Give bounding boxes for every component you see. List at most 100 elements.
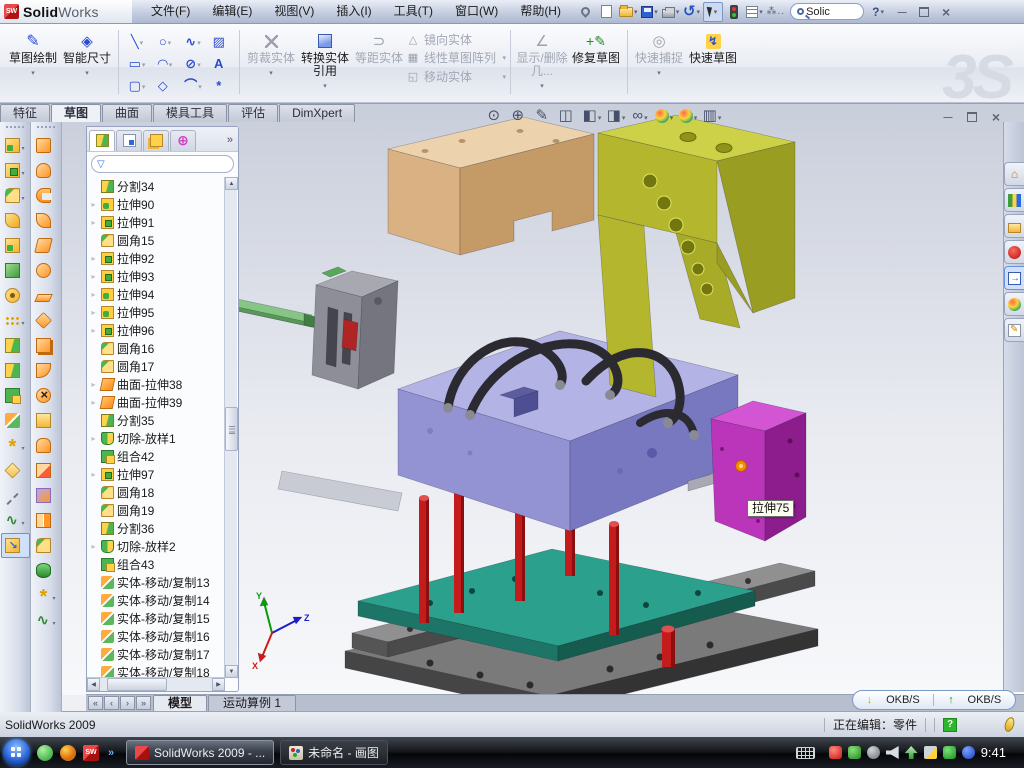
expand-arrow-icon[interactable] <box>89 218 98 227</box>
part-side-block[interactable] <box>711 401 806 541</box>
untrim-surface-icon[interactable] <box>32 433 61 458</box>
swept-boss-icon[interactable] <box>1 208 30 233</box>
instant3d-icon[interactable] <box>1 533 30 558</box>
expand-arrow-icon[interactable] <box>89 308 98 317</box>
start-button[interactable] <box>3 739 30 766</box>
replace-face-icon[interactable] <box>32 408 61 433</box>
menu-file[interactable]: 文件(F) <box>140 0 201 23</box>
taskpane-appearances-tab[interactable] <box>1004 292 1024 316</box>
tab-surfaces[interactable]: 曲面 <box>102 104 152 122</box>
tree-horizontal-scrollbar[interactable] <box>87 677 225 691</box>
extrude-cut-icon[interactable] <box>1 158 30 183</box>
close-button[interactable] <box>938 5 954 19</box>
rectangle-icon[interactable]: ▭ <box>123 52 151 74</box>
tree-item[interactable]: 组合43 <box>89 555 238 573</box>
tab-evaluate[interactable]: 评估 <box>228 104 278 122</box>
mirror-entities-button[interactable]: △镜向实体 <box>406 33 506 47</box>
hscroll-thumb[interactable] <box>107 678 167 691</box>
tree-item[interactable]: 圆角18 <box>89 483 238 501</box>
dimxpertmanager-tab[interactable] <box>170 130 196 151</box>
rebuild-traffic-light-icon[interactable] <box>724 2 744 22</box>
part-cavity-block[interactable] <box>398 331 738 531</box>
pin-icon[interactable] <box>576 2 596 22</box>
search-input[interactable]: Solic <box>790 3 864 20</box>
tree-item[interactable]: 圆角19 <box>89 501 238 519</box>
next-tab-button[interactable]: › <box>120 696 135 710</box>
circle-icon[interactable]: ○ <box>151 30 179 52</box>
axis-icon[interactable] <box>1 483 30 508</box>
doc-restore-button[interactable] <box>964 110 980 124</box>
flatten-surface-icon[interactable] <box>32 508 61 533</box>
tab-motion-study[interactable]: 运动算例 1 <box>208 695 296 711</box>
offset-surface-icon[interactable] <box>32 333 61 358</box>
toolbar-grip[interactable] <box>6 126 24 129</box>
split-icon[interactable] <box>1 333 30 358</box>
expand-arrow-icon[interactable] <box>89 290 98 299</box>
boundary-surface-icon[interactable] <box>32 233 61 258</box>
swept-surface-icon[interactable] <box>32 133 61 158</box>
panel-more-chevron[interactable] <box>227 134 236 146</box>
quicklaunch-more-chevron[interactable]: » <box>106 745 116 761</box>
tab-sketch[interactable]: 草图 <box>51 104 101 122</box>
tree-item[interactable]: 分割35 <box>89 411 238 429</box>
taskpane-view-palette-tab[interactable] <box>1004 240 1024 264</box>
tab-model[interactable]: 模型 <box>153 695 207 711</box>
tree-item[interactable]: 圆角17 <box>89 357 238 375</box>
tray-antivirus-icon[interactable] <box>829 746 842 759</box>
menu-insert[interactable]: 插入(I) <box>325 0 382 23</box>
tray-volume-icon[interactable] <box>886 746 899 759</box>
doc-close-button[interactable] <box>988 110 1004 124</box>
quicklaunch-messenger-icon[interactable] <box>37 745 53 761</box>
smart-dimension-button[interactable]: ◈ 智能尺寸 <box>60 29 114 74</box>
plane-icon[interactable] <box>1 458 30 483</box>
expand-arrow-icon[interactable] <box>89 380 98 389</box>
combine-icon[interactable] <box>1 383 30 408</box>
tree-item[interactable]: 拉伸91 <box>89 213 238 231</box>
point-icon[interactable]: * <box>207 74 235 96</box>
scene-icon[interactable]: ● <box>678 106 698 126</box>
tree-item[interactable]: 分割36 <box>89 519 238 537</box>
tree-item[interactable]: 分割34 <box>89 177 238 195</box>
tree-item[interactable]: 圆角15 <box>89 231 238 249</box>
display-style-icon[interactable]: ◨ <box>606 106 626 126</box>
toolbar-grip[interactable] <box>37 126 55 129</box>
annotation-icon[interactable]: ▥ <box>702 106 722 126</box>
tree-item[interactable]: 切除-放样1 <box>89 429 238 447</box>
featuremanager-tab[interactable] <box>89 130 115 151</box>
tree-item[interactable]: 拉伸93 <box>89 267 238 285</box>
tree-item[interactable]: 实体-移动/复制15 <box>89 609 238 627</box>
surface-ref-geometry-icon[interactable] <box>32 583 61 608</box>
zoom-area-icon[interactable]: ⊕ <box>510 106 530 126</box>
boundary-boss-icon[interactable] <box>1 258 30 283</box>
sketch-draw-button[interactable]: ✎ 草图绘制 <box>6 29 60 74</box>
move-copy-body-icon[interactable] <box>1 408 30 433</box>
filter-wand-icon[interactable]: ✎ <box>534 106 554 126</box>
reference-geometry-icon[interactable] <box>1 433 30 458</box>
extend-surface-icon[interactable] <box>32 308 61 333</box>
surface-curve-icon[interactable] <box>32 608 61 633</box>
delete-face-icon[interactable] <box>32 383 61 408</box>
menu-help[interactable]: 帮助(H) <box>509 0 572 23</box>
new-document-icon[interactable] <box>597 2 617 22</box>
planar-surface-icon[interactable] <box>32 283 61 308</box>
freeform-icon[interactable] <box>32 483 61 508</box>
zoom-fit-icon[interactable]: ⊙ <box>486 106 506 126</box>
open-icon[interactable] <box>618 2 639 22</box>
minimize-button[interactable] <box>894 5 910 19</box>
expand-arrow-icon[interactable] <box>89 254 98 263</box>
lofted-boss-icon[interactable] <box>1 233 30 258</box>
tree-item[interactable]: 拉伸97 <box>89 465 238 483</box>
menu-edit[interactable]: 编辑(E) <box>201 0 263 23</box>
tray-gear-icon[interactable] <box>867 746 880 759</box>
section-view-icon[interactable]: ◫ <box>558 106 578 126</box>
taskpane-resources-tab[interactable] <box>1004 162 1024 186</box>
lofted-surface-icon[interactable] <box>32 208 61 233</box>
propertymanager-tab[interactable] <box>116 130 142 151</box>
last-tab-button[interactable]: » <box>136 696 151 710</box>
tree-item[interactable]: 曲面-拉伸39 <box>89 393 238 411</box>
hole-wizard-icon[interactable] <box>1 283 30 308</box>
tree-item[interactable]: 实体-移动/复制14 <box>89 591 238 609</box>
expand-arrow-icon[interactable] <box>89 200 98 209</box>
tree-item[interactable]: 实体-移动/复制17 <box>89 645 238 663</box>
dome-icon[interactable] <box>32 558 61 583</box>
